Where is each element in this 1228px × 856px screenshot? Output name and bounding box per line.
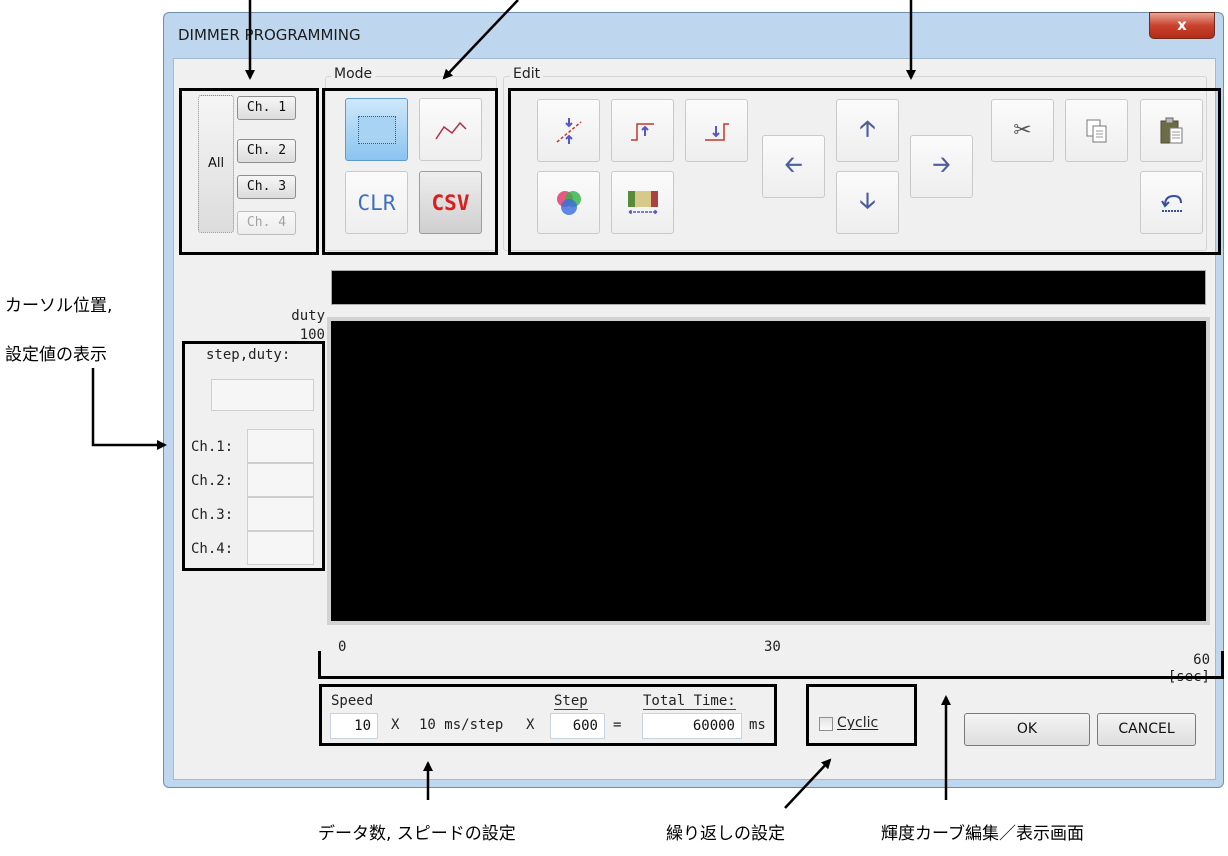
annotation-cursor-line1: カーソル位置,: [5, 296, 113, 316]
annotation-curve-editor: 輝度カーブ編集／表示画面: [881, 824, 1084, 844]
annotation-cursor-line2: 設定値の表示: [5, 345, 107, 365]
annotation-repeat: 繰り返しの設定: [666, 824, 785, 844]
annotation-data-speed: データ数, スピードの設定: [318, 824, 516, 844]
annotation-arrows: [91, 0, 951, 809]
